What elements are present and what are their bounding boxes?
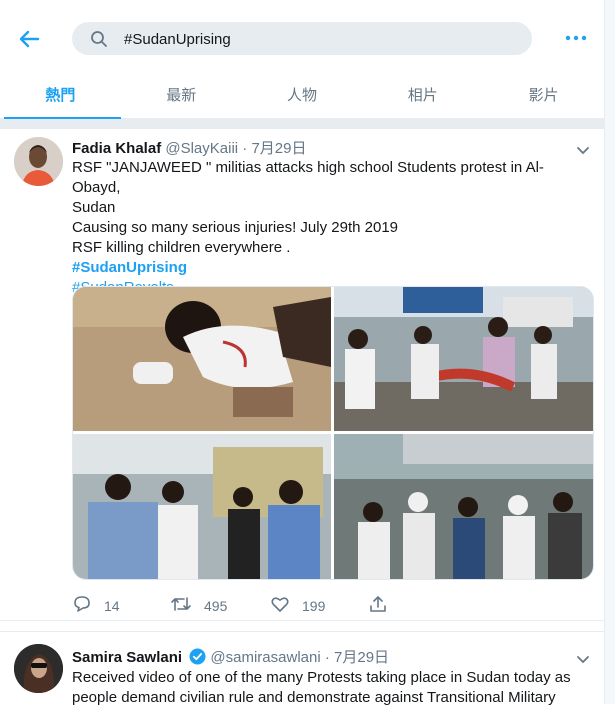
retweet-icon	[170, 594, 204, 617]
share-icon	[368, 594, 400, 617]
tweet-text-line: RSF "JANJAWEED " militias attacks high s…	[72, 159, 544, 196]
reply-count: 14	[104, 597, 120, 614]
tweet-header: Fadia Khalaf @SlayKaiii · 7月29日	[72, 137, 307, 158]
reply-icon	[72, 594, 104, 617]
tweet-actions: 14 495 199	[72, 594, 472, 616]
tweet-header: Samira Sawlani @samirasawlani · 7月29日	[72, 646, 389, 669]
retweet-button[interactable]: 495	[170, 594, 227, 617]
tweet-text-line: Sudan	[72, 199, 116, 216]
tweet-text: RSF "JANJAWEED " militias attacks high s…	[72, 158, 592, 298]
separator-dot: ·	[324, 649, 330, 666]
search-input[interactable]	[124, 27, 514, 51]
photo[interactable]	[73, 287, 331, 431]
reply-button[interactable]: 14	[72, 594, 120, 617]
share-button[interactable]	[368, 594, 400, 617]
tweet-text-line: people demand civilian rule and demonstr…	[72, 689, 556, 706]
avatar[interactable]	[14, 137, 63, 186]
tweet-text-line: RSF killing children everywhere .	[72, 239, 291, 256]
tweet[interactable]: Fadia Khalaf @SlayKaiii · 7月29日 RSF "JAN…	[0, 129, 604, 621]
avatar[interactable]	[14, 644, 63, 693]
top-bar: 熱門 最新 人物 相片 影片	[0, 0, 604, 120]
retweet-count: 495	[204, 597, 228, 614]
tweet-date[interactable]: 7月29日	[334, 649, 389, 666]
search-bar[interactable]	[72, 22, 532, 55]
like-button[interactable]: 199	[270, 594, 325, 617]
tab-photos[interactable]: 相片	[362, 70, 483, 118]
back-arrow-icon[interactable]	[14, 24, 44, 54]
section-divider	[0, 119, 604, 129]
tweet-text-line: Received video of one of the many Protes…	[72, 669, 571, 686]
author-name[interactable]: Samira Sawlani	[72, 649, 182, 666]
search-tabs: 熱門 最新 人物 相片 影片	[0, 70, 604, 119]
like-icon	[270, 594, 302, 617]
verified-icon	[189, 648, 206, 669]
chevron-down-icon[interactable]	[576, 143, 590, 155]
author-handle[interactable]: @SlayKaiii	[165, 140, 238, 157]
more-icon[interactable]	[564, 30, 588, 46]
tab-videos[interactable]: 影片	[483, 70, 604, 118]
tab-latest[interactable]: 最新	[121, 70, 242, 118]
tweet[interactable]: Samira Sawlani @samirasawlani · 7月29日 Re…	[0, 631, 604, 708]
tab-top[interactable]: 熱門	[0, 70, 121, 119]
scrollbar[interactable]	[604, 0, 615, 704]
like-count: 199	[302, 597, 326, 614]
photo[interactable]	[73, 434, 331, 579]
author-handle[interactable]: @samirasawlani	[210, 649, 320, 666]
tweet-date[interactable]: 7月29日	[251, 140, 306, 157]
tweet-text-line: Causing so many serious injuries! July 2…	[72, 219, 399, 236]
hashtag-link[interactable]: #SudanUprising	[72, 258, 592, 278]
tweet-text: Received video of one of the many Protes…	[72, 668, 592, 708]
search-icon	[90, 30, 108, 48]
photo[interactable]	[334, 287, 593, 431]
photo[interactable]	[334, 434, 593, 579]
author-name[interactable]: Fadia Khalaf	[72, 140, 161, 157]
separator-dot: ·	[242, 140, 248, 157]
tab-people[interactable]: 人物	[242, 70, 363, 118]
photo-grid[interactable]	[72, 286, 594, 580]
chevron-down-icon[interactable]	[576, 652, 590, 664]
